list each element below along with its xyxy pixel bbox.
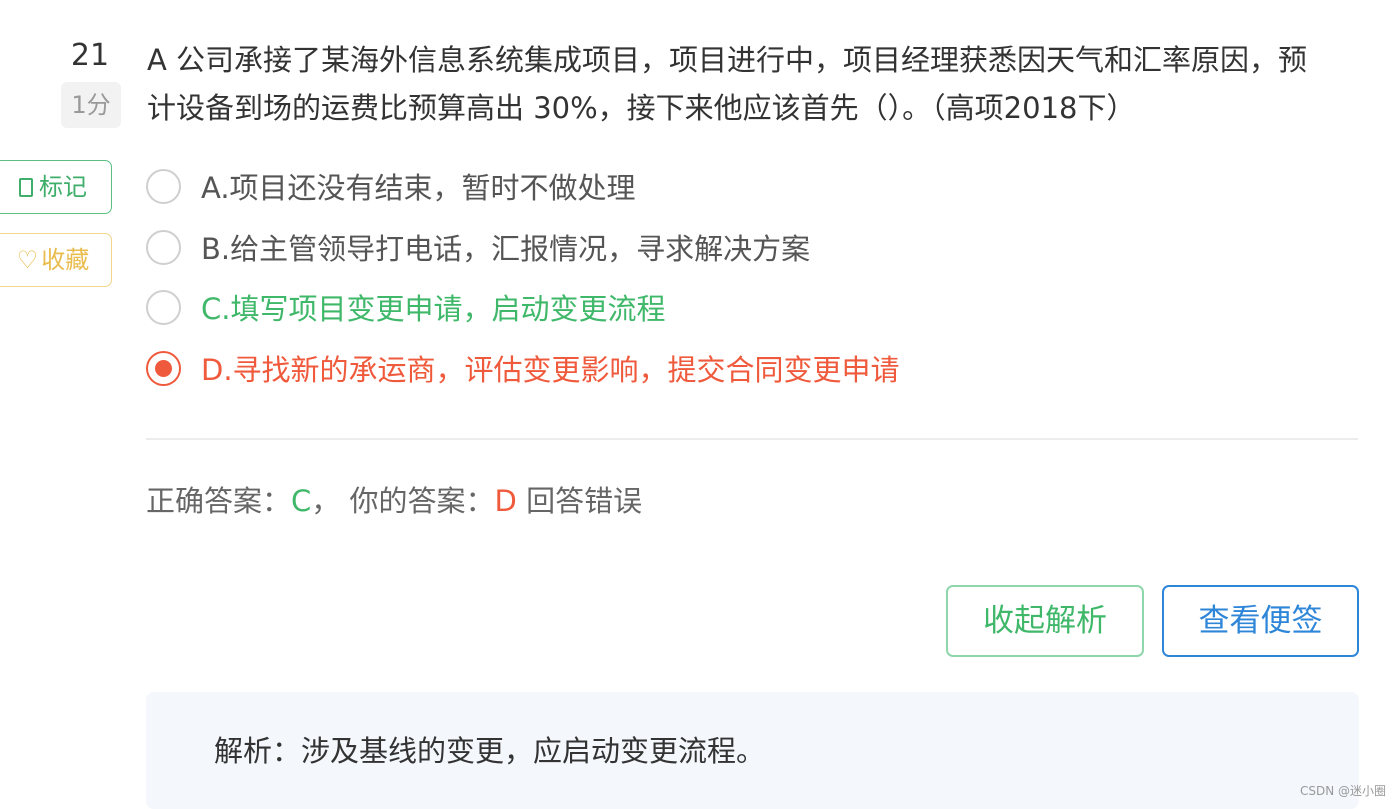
option-c[interactable]: C.填写项目变更申请，启动变更流程 bbox=[146, 287, 665, 327]
view-memo-button[interactable]: 查看便签 bbox=[1162, 585, 1359, 657]
your-answer-value: D bbox=[494, 484, 517, 518]
option-b-label: B.给主管领导打电话，汇报情况，寻求解决方案 bbox=[201, 232, 811, 266]
bookmark-icon bbox=[19, 178, 33, 197]
analysis-text: 解析：涉及基线的变更，应启动变更流程。 bbox=[214, 734, 766, 768]
option-c-label: C.填写项目变更申请，启动变更流程 bbox=[201, 292, 666, 326]
question-number: 21 bbox=[70, 38, 110, 73]
answer-verdict: 回答错误 bbox=[526, 484, 643, 518]
option-a-radio[interactable] bbox=[146, 168, 181, 204]
mark-button[interactable]: 标记 bbox=[0, 160, 112, 214]
favorite-button-label: 收藏 bbox=[41, 246, 90, 274]
watermark: CSDN @迷小圈 bbox=[1299, 784, 1386, 798]
correct-answer-label: 正确答案： bbox=[146, 484, 292, 518]
collapse-analysis-button[interactable]: 收起解析 bbox=[946, 585, 1144, 657]
option-d-label: D.寻找新的承运商，评估变更影响，提交合同变更申请 bbox=[201, 353, 900, 387]
option-d[interactable]: D.寻找新的承运商，评估变更影响，提交合同变更申请 bbox=[146, 348, 900, 388]
divider bbox=[146, 438, 1358, 440]
option-a[interactable]: A.项目还没有结束，暂时不做处理 bbox=[146, 166, 636, 206]
question-score-badge: 1分 bbox=[61, 82, 121, 128]
favorite-button[interactable]: ♡ 收藏 bbox=[0, 233, 112, 287]
analysis-panel: 解析：涉及基线的变更，应启动变更流程。 bbox=[146, 692, 1359, 809]
heart-icon: ♡ bbox=[16, 246, 39, 274]
option-b[interactable]: B.给主管领导打电话，汇报情况，寻求解决方案 bbox=[146, 227, 810, 267]
your-answer-label: 你的答案： bbox=[349, 484, 495, 518]
mark-button-label: 标记 bbox=[39, 173, 87, 201]
question-page: 21 1分 A 公司承接了某海外信息系统集成项目，项目进行中，项目经理获悉因天气… bbox=[0, 0, 1400, 809]
option-d-radio[interactable] bbox=[146, 350, 181, 386]
question-text: A 公司承接了某海外信息系统集成项目，项目进行中，项目经理获悉因天气和汇率原因，… bbox=[147, 43, 1308, 125]
option-b-radio[interactable] bbox=[146, 229, 181, 265]
option-a-label: A.项目还没有结束，暂时不做处理 bbox=[201, 171, 636, 205]
correct-answer-value: C bbox=[291, 484, 312, 518]
result-separator: ， bbox=[311, 484, 341, 518]
answer-result: 正确答案：C， 你的答案：D 回答错误 bbox=[146, 478, 642, 520]
option-c-radio[interactable] bbox=[146, 289, 181, 325]
